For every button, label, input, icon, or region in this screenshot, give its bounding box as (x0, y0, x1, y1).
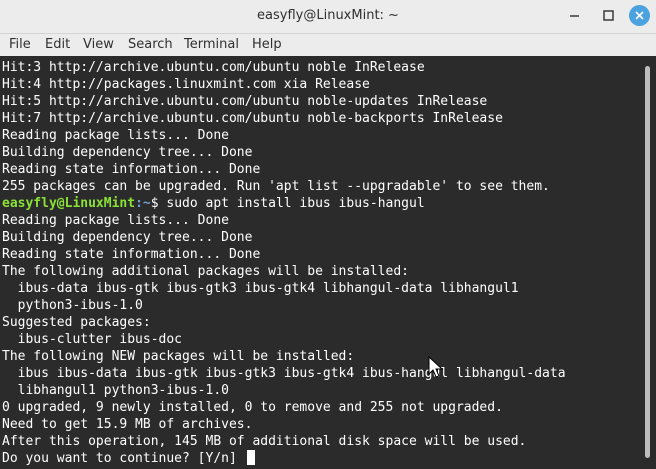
terminal-line: Reading state information... Done (2, 162, 261, 177)
command-line: easyfly@LinuxMint:~$ sudo apt install ib… (0, 195, 643, 212)
terminal-line: Suggested packages: (2, 315, 151, 330)
menu-search[interactable]: Search (128, 37, 173, 52)
close-icon (635, 11, 644, 20)
window-title: easyfly@LinuxMint: ~ (257, 8, 399, 23)
menu-help[interactable]: Help (252, 37, 282, 52)
terminal-line: The following NEW packages will be insta… (2, 349, 355, 364)
terminal-window: easyfly@LinuxMint: ~ File Edit View Sear… (0, 0, 656, 469)
input-prompt-line[interactable]: Do you want to continue? [Y/n] (0, 450, 643, 467)
terminal-line: Reading package lists... Done (2, 128, 229, 143)
command-text: $ sudo apt install ibus ibus-hangul (150, 196, 425, 211)
menu-view[interactable]: View (83, 37, 114, 52)
terminal-line: ibus ibus-data ibus-gtk ibus-gtk3 ibus-g… (2, 366, 566, 381)
terminal-line: python3-ibus-1.0 (2, 298, 143, 313)
terminal-line: Hit:7 http://archive.ubuntu.com/ubuntu n… (2, 111, 503, 126)
menu-edit[interactable]: Edit (45, 37, 70, 52)
close-button[interactable] (629, 5, 650, 26)
terminal-line: Hit:4 http://packages.linuxmint.com xia … (2, 77, 370, 92)
title-bar[interactable]: easyfly@LinuxMint: ~ (0, 0, 656, 34)
scrollbar-thumb[interactable] (645, 66, 650, 458)
terminal-line: Reading state information... Done (2, 247, 261, 262)
text-cursor (246, 450, 255, 465)
terminal-line: Need to get 15.9 MB of archives. (2, 417, 253, 432)
menu-file[interactable]: File (9, 37, 31, 52)
maximize-button[interactable] (598, 5, 619, 26)
terminal-line: The following additional packages will b… (2, 264, 409, 279)
continue-prompt: Do you want to continue? [Y/n] (2, 451, 245, 466)
terminal-output[interactable]: Hit:3 http://archive.ubuntu.com/ubuntu n… (0, 56, 643, 469)
minimize-icon (570, 15, 579, 17)
maximize-icon (603, 10, 614, 21)
terminal-line: Hit:5 http://archive.ubuntu.com/ubuntu n… (2, 94, 488, 109)
terminal-line: After this operation, 145 MB of addition… (2, 434, 527, 449)
prompt-path: :~ (135, 196, 151, 211)
terminal-line: 255 packages can be upgraded. Run 'apt l… (2, 179, 550, 194)
terminal-line: Building dependency tree... Done (2, 230, 253, 245)
terminal-line: Building dependency tree... Done (2, 145, 253, 160)
terminal-line: ibus-data ibus-gtk ibus-gtk3 ibus-gtk4 l… (2, 281, 519, 296)
terminal-line: 0 upgraded, 9 newly installed, 0 to remo… (2, 400, 503, 415)
terminal-line: libhangul1 python3-ibus-1.0 (2, 383, 229, 398)
menu-terminal[interactable]: Terminal (184, 37, 239, 52)
terminal-line: ibus-clutter ibus-doc (2, 332, 183, 347)
terminal-line: Reading package lists... Done (2, 213, 229, 228)
prompt-user: easyfly@LinuxMint (2, 196, 136, 211)
minimize-button[interactable] (564, 5, 585, 26)
terminal-line: Hit:3 http://archive.ubuntu.com/ubuntu n… (2, 60, 425, 75)
menu-bar: File Edit View Search Terminal Help (0, 34, 656, 56)
mouse-pointer-icon (428, 356, 444, 378)
